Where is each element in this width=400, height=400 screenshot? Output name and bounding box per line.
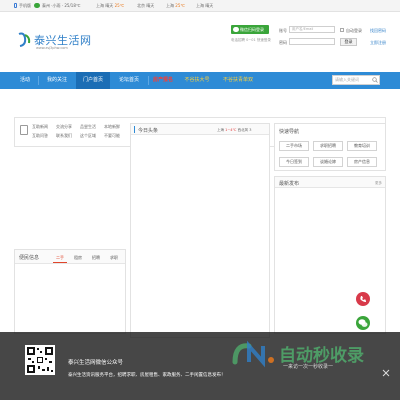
quicknav-panel: 快速导航 二手市场 求职招聘 教育培训 今日签到 谈婚论嫁 房产信息	[274, 123, 386, 171]
watermark-subtext: 一来访一次一秒收录一	[283, 364, 334, 370]
tab-secondhand[interactable]: 二手	[53, 252, 67, 263]
mobile-icon	[14, 3, 17, 8]
nav-item-forum[interactable]: 论坛首页	[112, 72, 146, 89]
quicknav-education[interactable]: 教育培训	[347, 141, 377, 151]
weather-city-3: 上海 25℃	[166, 3, 185, 8]
password-input[interactable]	[289, 38, 335, 45]
category-link[interactable]: 互助问答	[32, 133, 48, 139]
login-button[interactable]: 登录	[340, 38, 357, 46]
nav-divider	[148, 76, 149, 85]
auto-login-label: 自动登录	[346, 28, 362, 33]
wechat-icon[interactable]	[34, 3, 40, 8]
news-title: 今日头条	[138, 128, 159, 134]
category-link[interactable]: 这个区域	[80, 133, 96, 139]
latest-title: 最新发布	[279, 181, 300, 187]
category-link[interactable]: 本地新鲜	[104, 124, 120, 130]
news-weather: 上海 1~4℃ 西北风 3	[217, 128, 252, 132]
quicknav-jobs[interactable]: 求职招聘	[313, 141, 343, 151]
auto-login-checkbox[interactable]	[340, 28, 344, 32]
weather-city-2: 北京 晴天	[137, 3, 155, 8]
header-subtext: 电话招聘 0~01 快速登录	[231, 38, 271, 42]
latest-more-link[interactable]: 更多	[375, 181, 382, 186]
page: 手机版 泰州 ·小雨 · 25/18℃ 上海 晴天 25℃ 北京 晴天 上海 2…	[0, 0, 400, 400]
wechat-icon	[358, 319, 368, 327]
category-link[interactable]: 互助新闻	[32, 124, 48, 130]
phone-float-button[interactable]	[356, 292, 370, 306]
tab-hiring[interactable]: 招聘	[89, 252, 103, 263]
qr-code	[25, 345, 55, 375]
nav-item-promo-1[interactable]: 不谷扶大号	[182, 72, 212, 89]
classifieds-panel: 便民信息 二手 租房 招聘 求职	[14, 249, 126, 334]
category-link[interactable]: 品尝生活	[80, 124, 96, 130]
watermark-logo	[232, 340, 274, 368]
account-label: 账号	[279, 28, 287, 33]
nav-item-following[interactable]: 我的关注	[40, 72, 74, 89]
weather-city-4: 上海 晴天	[196, 3, 214, 8]
wechat-login-label: 微信扫码登录	[240, 27, 264, 32]
quicknav-signin[interactable]: 今日签到	[279, 157, 309, 167]
mobile-link[interactable]: 手机版	[19, 3, 31, 9]
section-marker	[134, 126, 135, 133]
logo-icon[interactable]	[16, 31, 33, 48]
nav-item-activity[interactable]: 活动	[14, 72, 36, 89]
classifieds-title: 便民信息	[19, 255, 40, 261]
search-icon[interactable]	[372, 77, 378, 83]
nav-divider	[38, 76, 39, 85]
popup-title: 泰兴生活网微信公众号	[68, 360, 124, 366]
tab-jobseeking[interactable]: 求职	[107, 252, 121, 263]
close-icon[interactable]	[381, 368, 391, 378]
quicknav-property[interactable]: 房产信息	[347, 157, 377, 167]
find-password-link[interactable]: 找回密码	[370, 28, 386, 34]
wechat-icon	[233, 27, 239, 32]
weather-city-1: 上海 晴天 25℃	[96, 3, 125, 8]
password-label: 密码	[279, 40, 287, 45]
news-panel: 今日头条 上海 1~4℃ 西北风 3	[130, 123, 270, 338]
quicknav-secondhand[interactable]: 二手市场	[279, 141, 309, 151]
popup-description: 泰兴生活资讯服务平台，招聘求职、房屋租售、家政服务、二手闲置信息发布！	[68, 373, 226, 378]
quicknav-dating[interactable]: 谈婚论嫁	[313, 157, 343, 167]
nav-item-property[interactable]: 房产报名	[150, 72, 176, 89]
category-icon	[20, 125, 28, 135]
latest-panel: 最新发布 更多	[274, 176, 386, 334]
wechat-float-button[interactable]	[356, 316, 370, 330]
account-input[interactable]: 用户名/Email	[289, 26, 335, 33]
logo-url: www.zsj3phw.com	[36, 46, 68, 50]
quicknav-title: 快速导航	[279, 129, 300, 135]
wechat-login-button[interactable]: 微信扫码登录	[231, 25, 269, 34]
category-link[interactable]: 交流分享	[56, 124, 72, 130]
phone-icon	[360, 296, 366, 302]
register-link[interactable]: 立即注册	[370, 40, 386, 46]
top-bar: 手机版 泰州 ·小雨 · 25/18℃ 上海 晴天 25℃ 北京 晴天 上海 2…	[0, 0, 400, 12]
nav-item-promo-2[interactable]: 不谷扶青单双	[218, 72, 258, 89]
weather-current: 泰州 ·小雨 · 25/18℃	[42, 3, 81, 8]
nav-item-portal[interactable]: 门户首页	[76, 72, 110, 89]
category-link[interactable]: 联系我们	[56, 133, 72, 139]
tab-rent[interactable]: 租房	[71, 252, 85, 263]
category-link[interactable]: 不要可能	[104, 133, 120, 139]
